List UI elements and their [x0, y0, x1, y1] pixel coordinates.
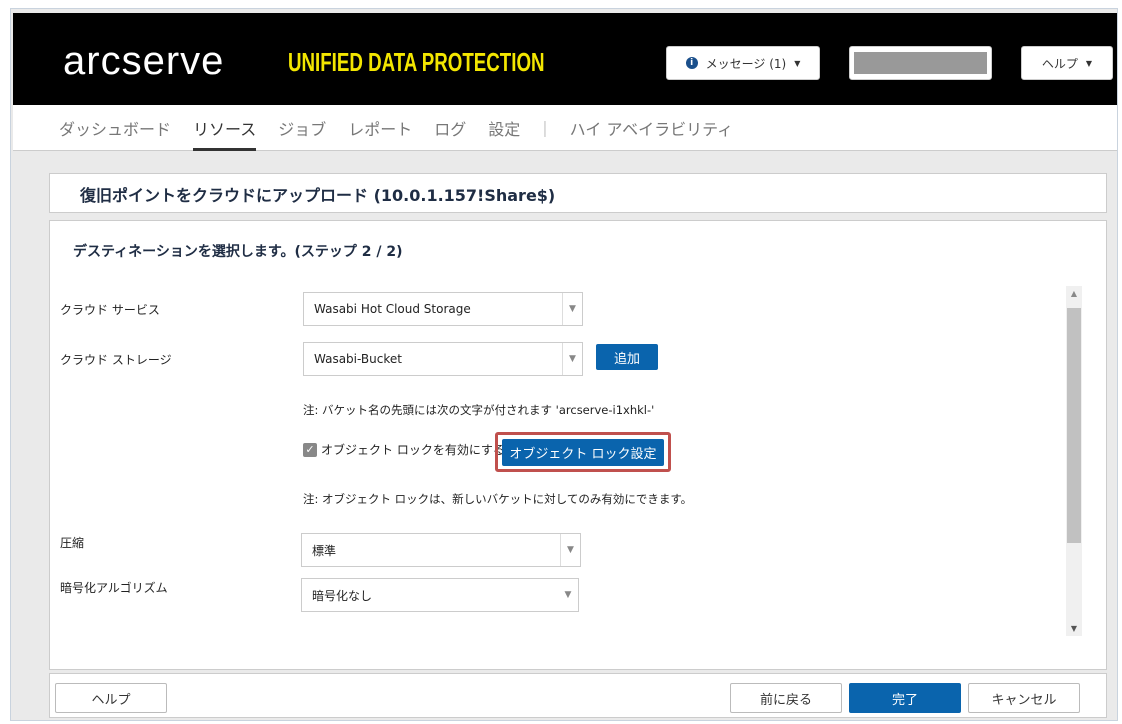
cloud-storage-value: Wasabi-Bucket: [314, 352, 402, 366]
chevron-down-icon: ▼: [562, 343, 582, 375]
help-label: ヘルプ: [1041, 56, 1078, 71]
nav-high-availability[interactable]: ハイ アベイラビリティ: [570, 116, 734, 140]
header: arcserve UNIFIED DATA PROTECTION i メッセージ …: [13, 13, 1117, 105]
info-icon: i: [685, 57, 698, 69]
encryption-label: 暗号化アルゴリズム: [60, 581, 168, 595]
dialog-footer: ヘルプ 前に戻る 完了 キャンセル: [49, 673, 1107, 718]
object-lock-settings-button[interactable]: オブジェクト ロック設定: [502, 439, 664, 466]
bucket-prefix-note: 注: バケット名の先頭には次の文字が付されます 'arcserve-i1xhkl…: [303, 403, 655, 417]
cloud-storage-select[interactable]: Wasabi-Bucket ▼: [303, 342, 583, 376]
caret-down-icon: ▼: [794, 58, 801, 68]
back-button[interactable]: 前に戻る: [730, 683, 842, 713]
scrollbar-thumb[interactable]: [1067, 308, 1081, 543]
user-button[interactable]: [849, 46, 992, 80]
cloud-service-label: クラウド サービス: [60, 303, 160, 317]
messages-label: メッセージ (1): [705, 56, 787, 71]
checkbox-checked-icon: ✓: [303, 442, 317, 457]
encryption-value: 暗号化なし: [312, 588, 373, 603]
scroll-up-icon[interactable]: ▲: [1066, 289, 1082, 298]
scroll-down-icon[interactable]: ▼: [1066, 624, 1082, 633]
help-button[interactable]: ヘルプ: [55, 683, 167, 713]
nav-divider: |: [542, 118, 548, 137]
nav-logs[interactable]: ログ: [434, 116, 466, 140]
product-name: UNIFIED DATA PROTECTION: [288, 47, 545, 77]
chevron-down-icon: ▼: [560, 534, 580, 566]
cloud-service-select[interactable]: Wasabi Hot Cloud Storage ▼: [303, 292, 583, 326]
redacted-username: [854, 52, 987, 74]
main-nav: ダッシュボード リソース ジョブ レポート ログ 設定 | ハイ アベイラビリテ…: [13, 105, 1117, 151]
cancel-button[interactable]: キャンセル: [968, 683, 1080, 713]
chevron-down-icon: ▼: [562, 293, 582, 325]
dialog-title: 復旧ポイントをクラウドにアップロード (10.0.1.157!Share$): [49, 173, 1107, 213]
add-button[interactable]: 追加: [596, 344, 658, 370]
caret-down-icon: ▼: [1085, 58, 1093, 68]
destination-panel: デスティネーションを選択します。(ステップ 2 / 2) クラウド サービス W…: [49, 220, 1107, 670]
step-heading: デスティネーションを選択します。(ステップ 2 / 2): [73, 244, 403, 260]
nav-reports[interactable]: レポート: [348, 116, 412, 140]
nav-dashboard[interactable]: ダッシュボード: [59, 116, 171, 140]
cloud-storage-label: クラウド ストレージ: [60, 353, 172, 367]
scrollbar[interactable]: ▲ ▼: [1066, 286, 1082, 636]
compression-value: 標準: [312, 543, 337, 558]
object-lock-note: 注: オブジェクト ロックは、新しいバケットに対してのみ有効にできます。: [303, 492, 693, 506]
compression-select[interactable]: 標準 ▼: [301, 533, 581, 567]
object-lock-label: オブジェクト ロックを有効にする: [321, 443, 505, 457]
nav-resources[interactable]: リソース: [193, 116, 257, 151]
logo: arcserve: [63, 39, 225, 83]
chevron-down-icon: ▼: [564, 590, 572, 600]
help-menu-button[interactable]: ヘルプ ▼: [1021, 46, 1113, 80]
app-window: arcserve UNIFIED DATA PROTECTION i メッセージ …: [10, 8, 1118, 721]
messages-button[interactable]: i メッセージ (1) ▼: [666, 46, 820, 80]
compression-label: 圧縮: [60, 536, 85, 550]
object-lock-checkbox[interactable]: ✓ オブジェクト ロックを有効にする: [303, 441, 505, 458]
cloud-service-value: Wasabi Hot Cloud Storage: [314, 302, 471, 316]
nav-jobs[interactable]: ジョブ: [278, 116, 326, 140]
nav-settings[interactable]: 設定: [488, 116, 520, 140]
encryption-select[interactable]: 暗号化なし ▼: [301, 578, 579, 612]
finish-button[interactable]: 完了: [849, 683, 961, 713]
